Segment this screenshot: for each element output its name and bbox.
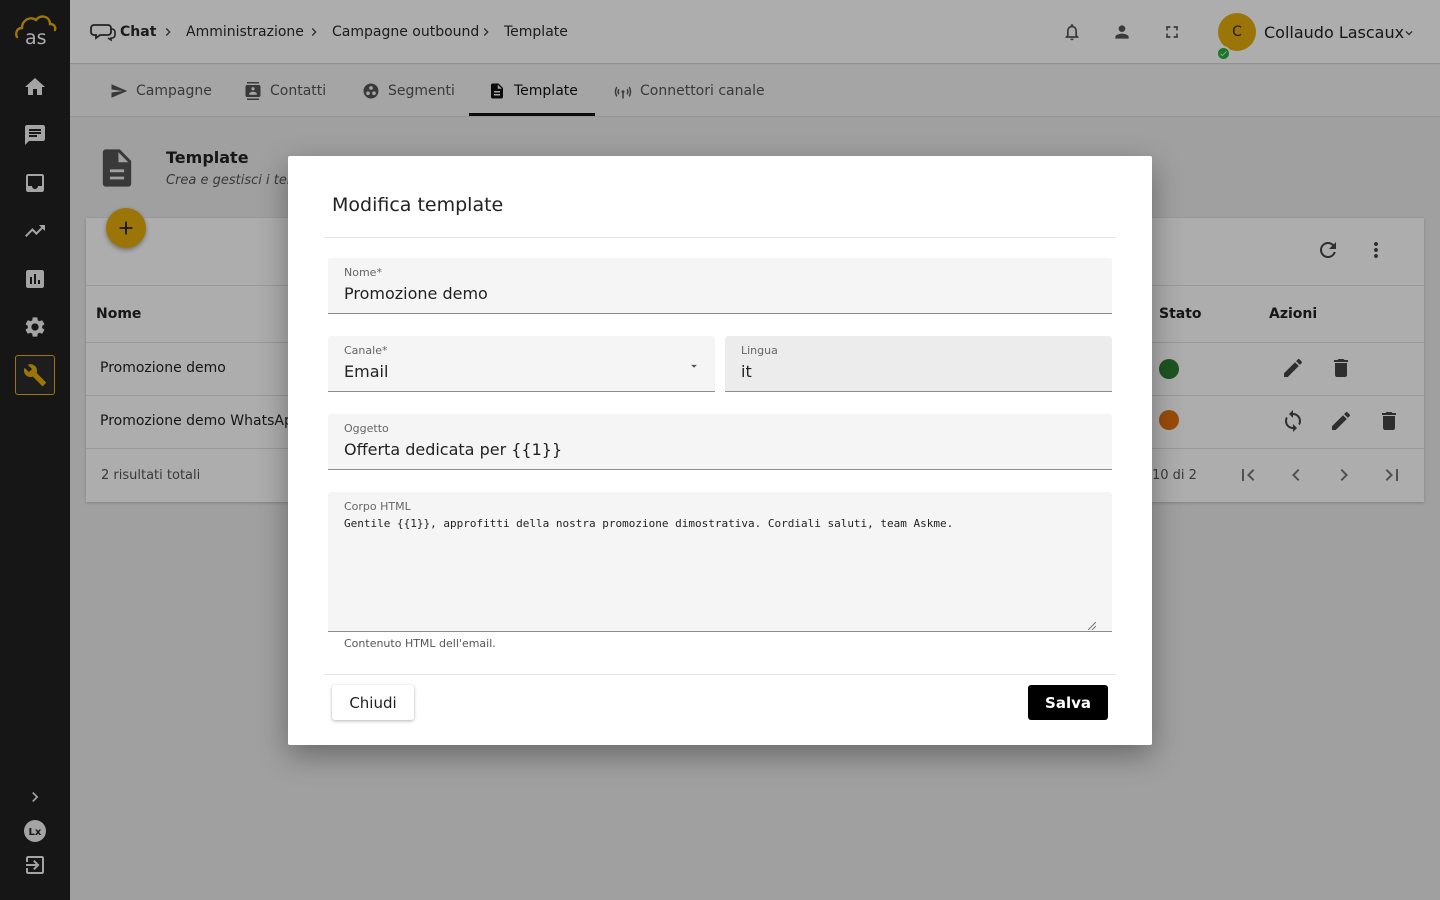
divider [324,674,1116,675]
dropdown-arrow-icon [687,358,701,372]
save-button[interactable]: Salva [1028,685,1108,720]
language-label: Lingua [741,344,778,357]
html-body-hint: Contenuto HTML dell'email. [344,637,496,650]
name-field[interactable]: Nome* [328,258,1112,314]
subject-field[interactable]: Oggetto [328,414,1112,470]
edit-template-dialog: Modifica template Nome* Canale* Email Li… [288,156,1152,745]
channel-value: Email [344,362,389,381]
resize-grip-icon[interactable] [1087,615,1097,631]
subject-input[interactable] [344,440,1080,459]
name-input[interactable] [344,284,1080,303]
channel-select[interactable]: Canale* Email [328,336,715,392]
language-input[interactable] [741,362,1080,381]
html-body-textarea[interactable]: Gentile {{1}}, approfitti della nostra p… [344,516,1096,624]
language-field[interactable]: Lingua [725,336,1112,392]
dialog-title: Modifica template [332,194,504,216]
channel-label: Canale* [344,344,388,357]
html-body-label: Corpo HTML [344,500,411,513]
subject-label: Oggetto [344,422,389,435]
name-label: Nome* [344,266,382,279]
close-button[interactable]: Chiudi [332,685,414,720]
divider [324,237,1116,238]
html-body-field[interactable]: Corpo HTML Gentile {{1}}, approfitti del… [328,492,1112,632]
